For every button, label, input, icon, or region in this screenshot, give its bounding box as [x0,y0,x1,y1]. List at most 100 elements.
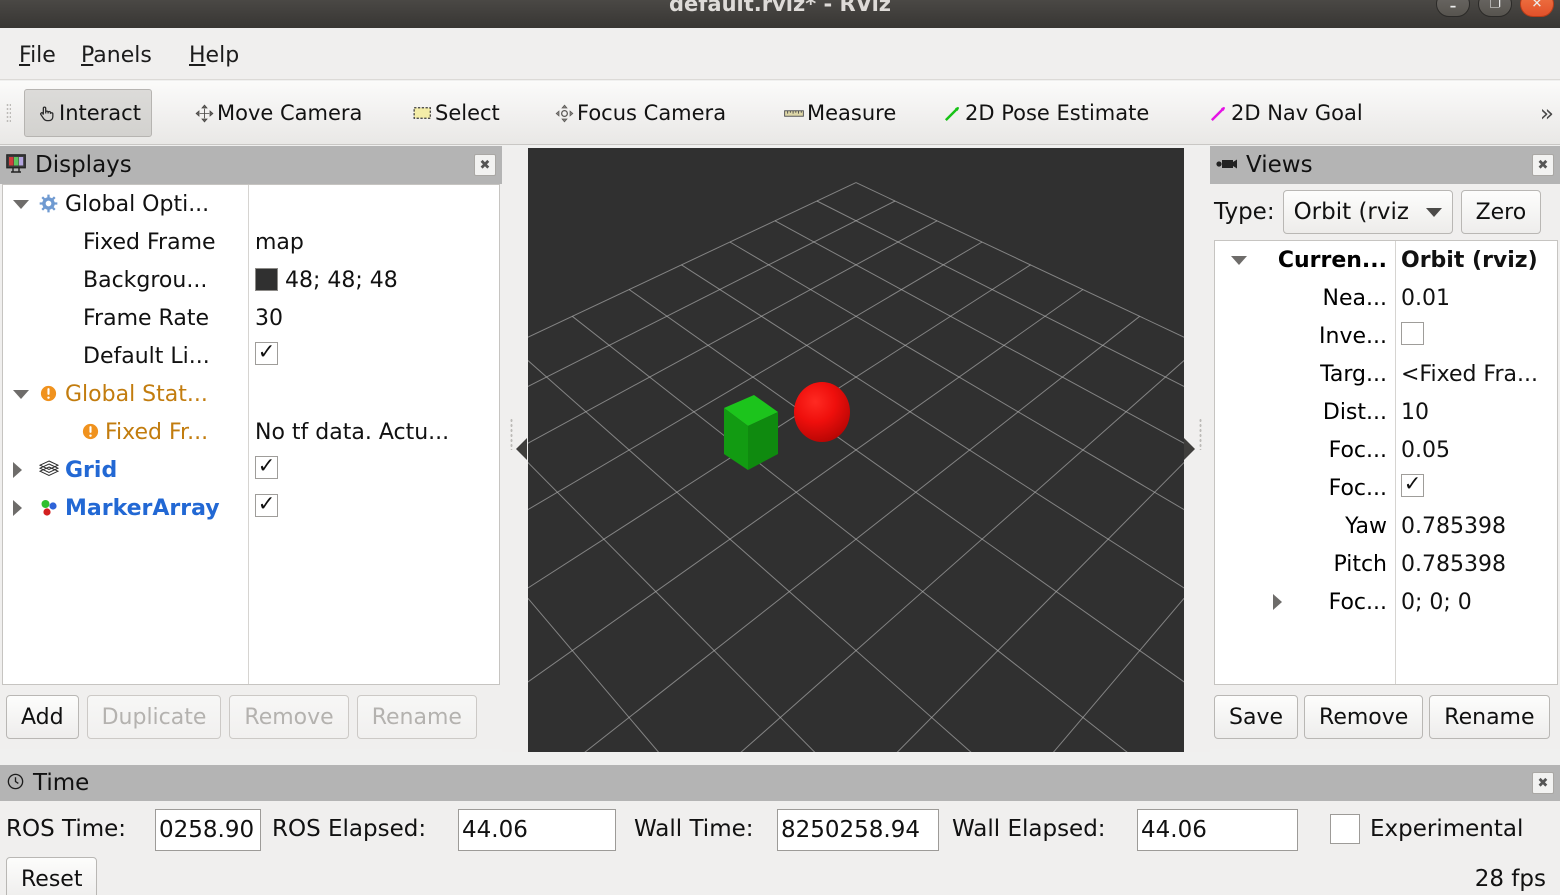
displays-close-icon[interactable]: ✖ [474,154,496,176]
displays-tree-row[interactable]: Backgrou... 48; 48; 48 [3,261,499,299]
reset-time-button[interactable]: Reset [6,857,98,895]
views-tree-row[interactable]: Foc... [1215,469,1557,507]
save-view-button[interactable]: Save [1214,695,1299,739]
views-row-value[interactable]: 0; 0; 0 [1401,590,1472,615]
displays-tree-row[interactable]: Fixed Frame map [3,223,499,261]
displays-tree-row[interactable]: Frame Rate 30 [3,299,499,337]
rename-display-button[interactable]: Rename [356,695,477,739]
wall-time-label: Wall Time: [634,816,754,842]
tool-2d-pose-estimate-button[interactable]: 2D Pose Estimate [930,89,1160,137]
displays-tree-row[interactable]: Global Stat... [3,375,499,413]
views-tree-row[interactable]: Foc... 0.05 [1215,431,1557,469]
displays-row-color-value[interactable]: 48; 48; 48 [255,267,398,293]
tool-2d-nav-goal-button[interactable]: 2D Nav Goal [1196,89,1374,137]
views-tree-row[interactable]: Foc... 0; 0; 0 [1215,583,1557,621]
views-row-value[interactable]: 0.05 [1401,438,1450,463]
displays-row-value[interactable]: 30 [255,306,283,331]
magenta-arrow-icon [1207,102,1229,124]
views-tree-row[interactable]: Nea... 0.01 [1215,279,1557,317]
views-tree-row[interactable]: Inve... [1215,317,1557,355]
displays-row-value[interactable]: No tf data. Actu... [255,420,449,445]
views-type-label: Type: [1214,199,1275,225]
displays-row-value[interactable]: map [255,230,304,255]
views-tree-row[interactable]: Pitch 0.785398 [1215,545,1557,583]
left-splitter[interactable] [502,148,528,752]
tool-measure-button[interactable]: Measure [772,89,907,137]
displays-row-checkbox[interactable] [255,455,278,485]
displays-row-key: Default Li... [83,343,210,369]
twisty-expanded-icon[interactable] [13,390,29,399]
view-type-select[interactable]: Orbit (rviz [1282,190,1453,234]
views-row-value[interactable]: Orbit (rviz) [1401,248,1538,273]
rename-view-button[interactable]: Rename [1429,695,1550,739]
views-tree-row[interactable]: Yaw 0.785398 [1215,507,1557,545]
menu-file[interactable]: File [10,28,65,80]
collapse-right-arrow-icon[interactable] [1184,438,1195,460]
displays-tree-row[interactable]: Fixed Fr... No tf data. Actu... [3,413,499,451]
experimental-checkbox[interactable] [1330,814,1360,844]
displays-tree-row[interactable]: Global Opti... [3,185,499,223]
views-row-checkbox[interactable] [1401,321,1424,351]
menu-help[interactable]: Help [180,28,248,80]
twisty-collapsed-icon[interactable] [13,462,22,478]
views-row-key: Pitch [1333,551,1387,577]
menu-file-mnemonic: F [19,43,31,68]
views-row-key: Curren... [1277,247,1387,273]
menu-panels-label: anels [93,43,152,68]
remove-view-button[interactable]: Remove [1304,695,1424,739]
menubar: File Panels Help [0,28,1560,80]
time-panel-header: Time ✖ [0,765,1560,801]
ros-time-label: ROS Time: [6,816,127,842]
warning-icon [39,384,59,404]
add-display-button[interactable]: Add [6,695,79,739]
views-row-value[interactable]: 0.785398 [1401,552,1506,577]
views-row-value[interactable]: <Fixed Fra... [1401,362,1538,387]
collapse-left-arrow-icon[interactable] [516,438,527,460]
right-splitter[interactable] [1184,148,1210,752]
views-tree-row[interactable]: Dist... 10 [1215,393,1557,431]
twisty-collapsed-icon[interactable] [13,500,22,516]
displays-row-key: MarkerArray [65,495,220,521]
ros-time-input[interactable]: 0258.90 [155,809,261,851]
wall-elapsed-input[interactable]: 44.06 [1137,809,1298,851]
ros-elapsed-input[interactable]: 44.06 [458,809,616,851]
views-row-value[interactable]: 0.01 [1401,286,1450,311]
views-tree[interactable]: Curren... Orbit (rviz) Nea... 0.01 Inve... Ta… [1214,240,1558,685]
tool-select-button[interactable]: Select [400,89,511,137]
views-row-key: Dist... [1322,399,1387,425]
zero-view-button[interactable]: Zero [1460,190,1542,234]
display-monitor-icon [6,153,27,177]
displays-tree-row[interactable]: MarkerArray [3,489,499,527]
displays-tree-row[interactable]: Grid [3,451,499,489]
displays-row-checkbox[interactable] [255,341,278,371]
render-viewport-3d[interactable] [528,148,1184,752]
tool-interact-button[interactable]: Interact [24,89,152,137]
remove-display-button[interactable]: Remove [229,695,349,739]
chevron-down-icon [1425,207,1442,217]
maximize-icon: ❐ [1489,0,1501,12]
displays-button-bar: Add Duplicate Remove Rename [0,685,502,749]
time-close-icon[interactable]: ✖ [1532,772,1554,794]
views-close-icon[interactable]: ✖ [1532,154,1554,176]
views-row-checkbox[interactable] [1401,473,1424,503]
displays-row-checkbox[interactable] [255,493,278,523]
twisty-expanded-icon[interactable] [13,200,29,209]
displays-tree[interactable]: Global Opti... Fixed Frame map Backgrou... … [2,184,500,685]
views-row-key: Foc... [1328,589,1387,615]
toolbar-drag-handle[interactable] [6,103,11,123]
displays-tree-row[interactable]: Default Li... [3,337,499,375]
displays-row-key: Fixed Frame [83,229,216,255]
views-row-value[interactable]: 0.785398 [1401,514,1506,539]
views-row-value[interactable]: 10 [1401,400,1429,425]
duplicate-display-button[interactable]: Duplicate [86,695,222,739]
displays-row-key: Grid [65,457,118,483]
tool-focus-camera-button[interactable]: Focus Camera [542,89,737,137]
wall-time-input[interactable]: 8250258.94 [777,809,939,851]
views-tree-row[interactable]: Curren... Orbit (rviz) [1215,241,1557,279]
tool-move-camera-button[interactable]: Move Camera [182,89,373,137]
menu-panels[interactable]: Panels [72,28,161,80]
toolbar-overflow-button[interactable]: » [1540,101,1554,127]
tool-move-camera-label: Move Camera [217,101,363,125]
views-tree-row[interactable]: Targ... <Fixed Fra... [1215,355,1557,393]
window-titlebar: default.rviz* - RViz – ❐ ✕ [0,0,1560,28]
